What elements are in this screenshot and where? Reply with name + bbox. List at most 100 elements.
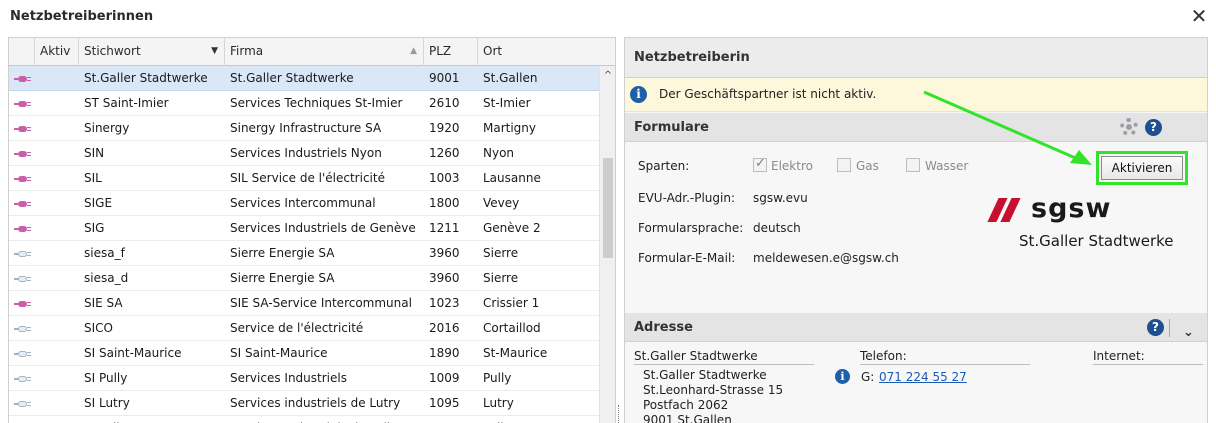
- stichwort-cell: siesa_f: [84, 246, 125, 260]
- firma-cell: Services industriels de Lutry: [230, 396, 401, 410]
- table-row[interactable]: SI Saint-Maurice SI Saint-Maurice 1890 St-M…: [9, 341, 599, 366]
- table-row[interactable]: Sinergy Sinergy Infrastructure SA 1920 Mart…: [9, 116, 599, 141]
- operators-grid: Aktiv Stichwort ▼ Firma ▲ PLZ Ort St.Gal…: [8, 37, 616, 423]
- chevron-down-icon[interactable]: ⌄: [1183, 318, 1194, 347]
- ort-cell: Sierre: [483, 246, 519, 260]
- table-row[interactable]: SI Fully Services Industriels de Fully 192…: [9, 416, 599, 423]
- table-row[interactable]: St.Galler Stadtwerke St.Galler Stadtwerke…: [9, 66, 599, 91]
- scroll-thumb[interactable]: [603, 158, 613, 258]
- aktiv-cell: [14, 366, 74, 391]
- grid-scrollbar[interactable]: ^: [599, 66, 615, 423]
- ort-cell: Genève 2: [483, 221, 541, 235]
- aktiv-cell: [14, 191, 74, 216]
- plz-cell: 1211: [429, 221, 460, 235]
- adresse-help-icon[interactable]: ?: [1147, 319, 1164, 336]
- stichwort-cell: SI Fully: [84, 416, 224, 423]
- plug-connected-icon: [14, 300, 34, 308]
- firma-cell: Service de l'électricité: [230, 321, 364, 335]
- table-row[interactable]: SIL SIL Service de l'électricité 1003 Lausa…: [9, 166, 599, 191]
- header-stichwort[interactable]: Stichwort ▼: [79, 38, 225, 66]
- ort-cell: Crissier 1: [483, 296, 540, 310]
- logo-word: sgsw: [1031, 193, 1112, 224]
- table-row[interactable]: siesa_f Sierre Energie SA 3960 Sierre: [9, 241, 599, 266]
- stichwort-cell: ST Saint-Imier: [84, 96, 169, 110]
- plz-cell: 3960: [429, 246, 460, 260]
- adresse-line-1: St.Galler Stadtwerke: [643, 368, 767, 382]
- table-row[interactable]: SICO Service de l'électricité 2016 Cortaill…: [9, 316, 599, 341]
- plz-cell: 9001: [429, 71, 460, 85]
- plug-connected-icon: [14, 125, 34, 133]
- firma-cell: Services Industriels de Genève: [230, 221, 416, 235]
- telefon-link[interactable]: 071 224 55 27: [879, 370, 967, 384]
- stichwort-cell: SI Saint-Maurice: [84, 346, 182, 360]
- elektro-checkbox[interactable]: [753, 156, 767, 172]
- ort-cell: Nyon: [483, 146, 515, 160]
- table-row[interactable]: SI Lutry Services industriels de Lutry 109…: [9, 391, 599, 416]
- window-title: Netzbetreiberinnen: [10, 9, 154, 24]
- scroll-up-icon[interactable]: ^: [602, 70, 614, 82]
- formulare-header: Formulare ?: [625, 113, 1207, 142]
- plz-cell: 1095: [429, 396, 460, 410]
- table-row[interactable]: siesa_d Sierre Energie SA 3960 Sierre: [9, 266, 599, 291]
- ort-cell: Cortaillod: [483, 321, 541, 335]
- stichwort-cell: SICO: [84, 321, 113, 335]
- detail-panel: Netzbetreiberin i Der Geschäftspartner i…: [624, 37, 1208, 423]
- stichwort-cell: SIN: [84, 146, 105, 160]
- close-icon[interactable]: ✕: [1188, 5, 1210, 27]
- table-row[interactable]: SI Pully Services Industriels 1009 Pully: [9, 366, 599, 391]
- adresse-title: Adresse: [634, 320, 693, 335]
- telefon-prefix: G:: [861, 370, 875, 384]
- stichwort-cell: SIG: [84, 221, 105, 235]
- stichwort-cell: SIE SA: [84, 296, 123, 310]
- activate-button[interactable]: Aktivieren: [1101, 156, 1183, 180]
- sgsw-logo: sgsw St.Galler Stadtwerke: [985, 193, 1207, 260]
- plugin-value: sgsw.evu: [753, 191, 808, 205]
- ort-cell: Vevey: [483, 196, 520, 210]
- table-row[interactable]: ST Saint-Imier Services Techniques St-Imi…: [9, 91, 599, 116]
- aktiv-cell: [14, 291, 74, 316]
- help-icon[interactable]: ?: [1145, 119, 1162, 136]
- table-row[interactable]: SIG Services Industriels de Genève 1211 Gen…: [9, 216, 599, 241]
- header-plz[interactable]: PLZ: [424, 38, 478, 66]
- email-label: Formular-E-Mail:: [638, 251, 736, 265]
- plz-cell: 1260: [429, 146, 460, 160]
- table-row[interactable]: SIN Services Industriels Nyon 1260 Nyon: [9, 141, 599, 166]
- adresse-header: Adresse ? ⌄: [625, 313, 1207, 342]
- stichwort-cell: SI Lutry: [84, 396, 130, 410]
- stichwort-cell: St.Galler Stadtwerke: [84, 71, 208, 85]
- plz-cell: 3960: [429, 271, 460, 285]
- aktiv-cell: [14, 116, 74, 141]
- table-row[interactable]: SIE SA SIE SA-Service Intercommunal 1023 Cr…: [9, 291, 599, 316]
- panel-splitter[interactable]: [618, 405, 621, 423]
- telefon-info-icon: i: [835, 369, 850, 384]
- adresse-divider: [634, 364, 814, 365]
- adresse-line-2: St.Leonhard-Strasse 15: [643, 383, 784, 397]
- adresse-line-3: Postfach 2062: [643, 398, 729, 412]
- header-firma-label: Firma: [230, 44, 264, 58]
- plug-disconnected-icon: [14, 275, 34, 283]
- aktiv-cell: [14, 341, 74, 366]
- header-select: [9, 38, 35, 66]
- wasser-checkbox[interactable]: [906, 158, 920, 172]
- telefon-divider: [860, 364, 1030, 365]
- window-titlebar: Netzbetreiberinnen ✕: [0, 0, 1216, 33]
- gear-icon[interactable]: [1120, 118, 1138, 136]
- adresse-line-4: 9001 St.Gallen: [643, 413, 732, 423]
- header-aktiv[interactable]: Aktiv: [35, 38, 79, 66]
- plug-disconnected-icon: [14, 250, 34, 258]
- firma-cell: SIE SA-Service Intercommunal: [230, 296, 412, 310]
- ort-cell: Sierre: [483, 271, 519, 285]
- aktiv-cell: [14, 241, 74, 266]
- header-separator: [1169, 319, 1170, 337]
- telefon-label: Telefon:: [860, 349, 907, 363]
- header-firma[interactable]: Firma ▲: [225, 38, 424, 66]
- plug-disconnected-icon: [14, 350, 34, 358]
- gas-checkbox[interactable]: [837, 158, 851, 172]
- ort-cell: Pully: [483, 371, 512, 385]
- table-row[interactable]: SIGE Services Intercommunal 1800 Vevey: [9, 191, 599, 216]
- firma-cell: SIL Service de l'électricité: [230, 171, 385, 185]
- plug-connected-icon: [14, 175, 34, 183]
- plug-connected-icon: [14, 100, 34, 108]
- header-ort[interactable]: Ort: [478, 38, 615, 66]
- sort-desc-icon: ▼: [211, 46, 218, 56]
